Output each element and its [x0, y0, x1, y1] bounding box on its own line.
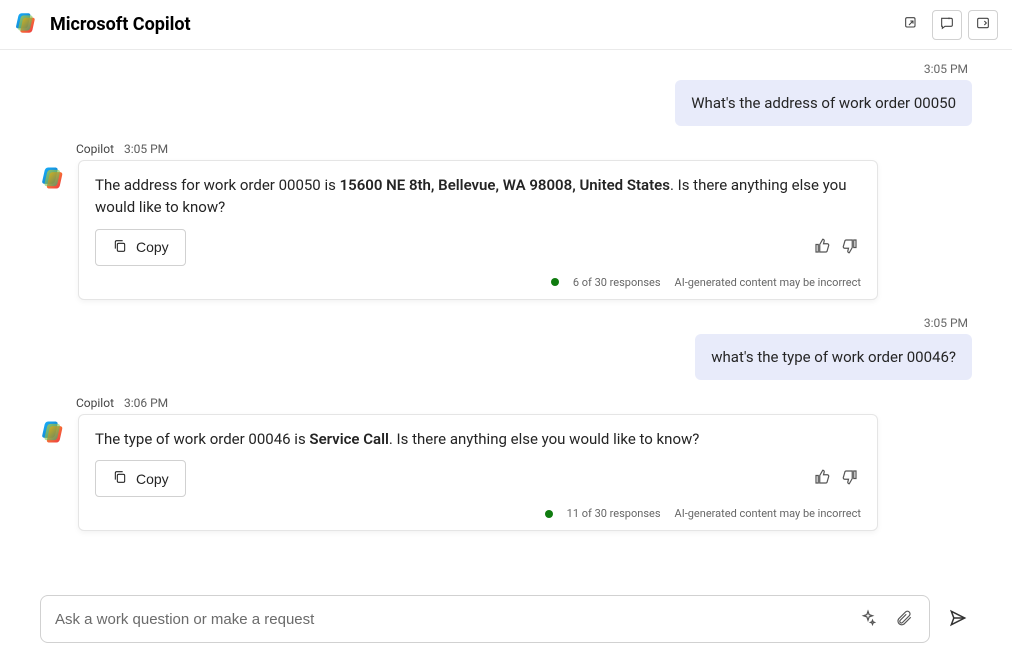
app-title: Microsoft Copilot	[50, 14, 191, 35]
user-bubble: what's the type of work order 00046?	[695, 334, 972, 380]
thumbs-up-icon	[813, 474, 831, 489]
user-message: 3:05 PM what's the type of work order 00…	[40, 316, 972, 380]
chat-transcript: 3:05 PM What's the address of work order…	[0, 50, 1012, 583]
composer	[40, 595, 930, 643]
copilot-avatar-icon	[40, 418, 68, 446]
user-message: 3:05 PM What's the address of work order…	[40, 62, 972, 126]
response-counter: 6 of 30 responses	[573, 276, 661, 289]
status-dot-icon	[545, 510, 553, 518]
app-branding: Microsoft Copilot	[14, 10, 191, 40]
bot-message: Copilot 3:06 PM The type of work order 0…	[40, 396, 972, 532]
copy-label: Copy	[136, 239, 169, 255]
copy-button[interactable]: Copy	[95, 229, 186, 266]
thumbs-down-button[interactable]	[841, 468, 859, 489]
open-external-button[interactable]	[896, 10, 926, 40]
thumbs-up-icon	[813, 243, 831, 258]
feedback-actions	[813, 468, 859, 489]
ai-disclaimer: AI-generated content may be incorrect	[675, 276, 861, 289]
copy-label: Copy	[136, 471, 169, 487]
bot-text: The address for work order 00050 is 1560…	[95, 175, 861, 219]
copilot-avatar-icon	[40, 164, 68, 192]
copy-icon	[112, 469, 128, 488]
feedback-actions	[813, 237, 859, 258]
composer-area	[0, 583, 1012, 663]
thumbs-up-button[interactable]	[813, 237, 831, 258]
bot-message: Copilot 3:05 PM The address for work ord…	[40, 142, 972, 300]
open-external-icon	[903, 15, 919, 34]
thumbs-up-button[interactable]	[813, 468, 831, 489]
status-dot-icon	[551, 278, 559, 286]
bot-timestamp: 3:05 PM	[124, 142, 168, 156]
ai-disclaimer: AI-generated content may be incorrect	[675, 507, 861, 520]
send-icon	[948, 616, 968, 631]
paperclip-icon	[895, 615, 913, 630]
bot-card: The address for work order 00050 is 1560…	[78, 160, 878, 300]
send-button[interactable]	[944, 604, 972, 635]
bot-sender: Copilot	[76, 142, 114, 156]
header: Microsoft Copilot	[0, 0, 1012, 50]
attach-button[interactable]	[891, 605, 917, 634]
thumbs-down-icon	[841, 243, 859, 258]
chat-sparkle-icon	[939, 15, 955, 34]
user-bubble: What's the address of work order 00050	[675, 80, 972, 126]
panel-expand-icon	[975, 15, 991, 34]
response-counter: 11 of 30 responses	[567, 507, 661, 520]
copy-button[interactable]: Copy	[95, 460, 186, 497]
bot-text: The type of work order 00046 is Service …	[95, 429, 861, 451]
bot-sender: Copilot	[76, 396, 114, 410]
expand-panel-button[interactable]	[968, 10, 998, 40]
copilot-logo-icon	[14, 10, 40, 40]
header-actions	[896, 10, 998, 40]
user-timestamp: 3:05 PM	[924, 316, 968, 330]
thumbs-down-icon	[841, 474, 859, 489]
user-timestamp: 3:05 PM	[924, 62, 968, 76]
new-chat-button[interactable]	[932, 10, 962, 40]
bot-card: The type of work order 00046 is Service …	[78, 414, 878, 532]
sparkle-prompt-button[interactable]	[855, 605, 881, 634]
bot-timestamp: 3:06 PM	[124, 396, 168, 410]
copy-icon	[112, 238, 128, 257]
composer-input[interactable]	[53, 610, 855, 629]
sparkle-icon	[859, 615, 877, 630]
thumbs-down-button[interactable]	[841, 237, 859, 258]
